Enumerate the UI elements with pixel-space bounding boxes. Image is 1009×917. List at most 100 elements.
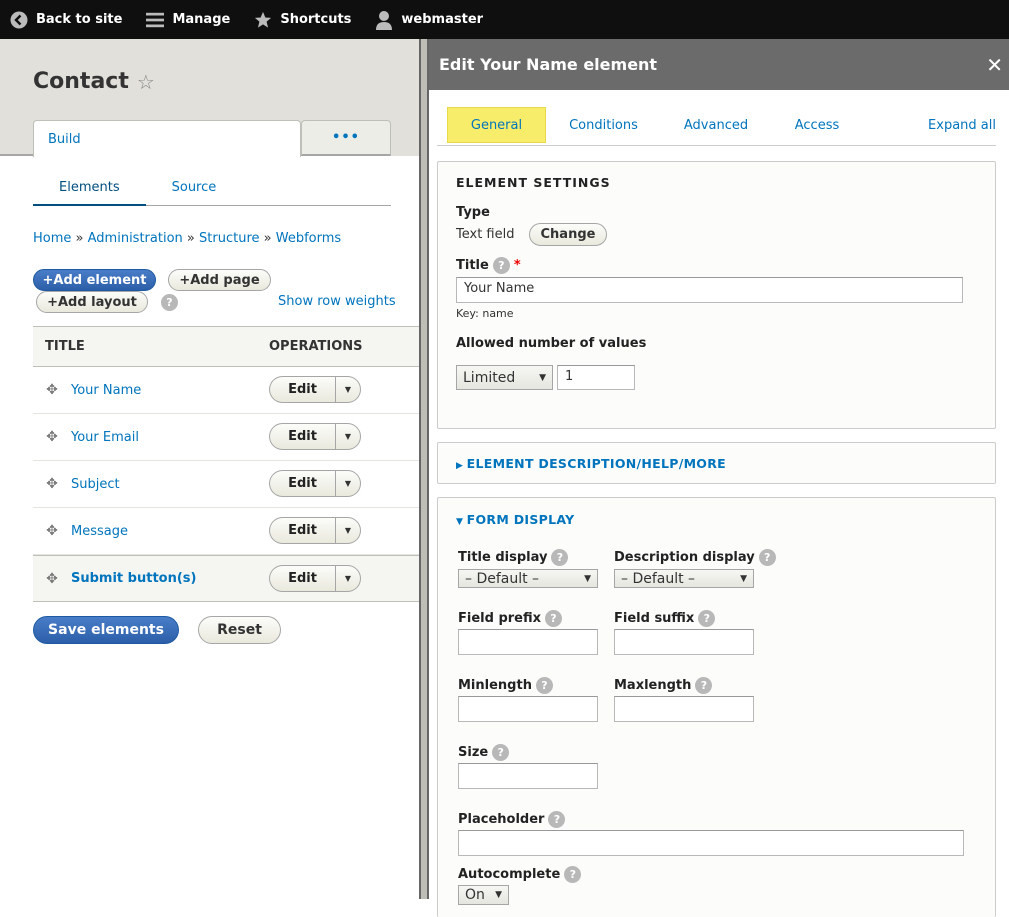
- element-settings-legend: ELEMENT SETTINGS: [456, 175, 611, 190]
- size-input[interactable]: [458, 763, 598, 789]
- breadcrumb-administration[interactable]: Administration: [88, 231, 183, 246]
- webform-build-page: Contact ☆ Build ••• Elements Source Home…: [0, 39, 420, 899]
- help-icon[interactable]: ?: [758, 549, 776, 566]
- help-icon[interactable]: ?: [564, 866, 582, 883]
- breadcrumb-webforms[interactable]: Webforms: [276, 231, 341, 246]
- save-elements-button[interactable]: Save elements: [33, 616, 179, 644]
- expand-all-link[interactable]: Expand all: [928, 118, 996, 133]
- autocomplete-label: Autocomplete ?: [458, 866, 582, 883]
- change-type-button[interactable]: Change: [529, 223, 607, 246]
- back-arrow-icon: [10, 11, 28, 29]
- maxlength-input[interactable]: [614, 696, 754, 722]
- edit-button[interactable]: Edit: [269, 565, 335, 592]
- help-icon[interactable]: ?: [492, 744, 510, 761]
- edit-button[interactable]: Edit: [269, 423, 335, 450]
- edit-button[interactable]: Edit: [269, 376, 335, 403]
- star-icon: [254, 11, 272, 29]
- tab-access[interactable]: Access: [771, 107, 863, 143]
- close-icon[interactable]: ✕: [986, 53, 1003, 77]
- placeholder-input[interactable]: [458, 830, 964, 856]
- add-page-button[interactable]: +Add page: [168, 269, 271, 291]
- size-label-text: Size: [458, 745, 489, 760]
- table-row: ✥ Your Email Edit ▼: [33, 414, 420, 461]
- back-to-site-label: Back to site: [36, 12, 123, 27]
- reset-button[interactable]: Reset: [198, 616, 281, 644]
- tab-source[interactable]: Source: [146, 176, 243, 206]
- dropbutton-toggle-icon[interactable]: ▼: [335, 565, 361, 592]
- drag-handle-icon[interactable]: ✥: [45, 429, 59, 445]
- user-menu[interactable]: webmaster: [375, 10, 483, 30]
- autocomplete-select-value: On: [465, 887, 485, 903]
- minlength-input[interactable]: [458, 696, 598, 722]
- elements-table: TITLE OPERATIONS ✥ Your Name Edit ▼ ✥ Yo…: [33, 326, 420, 602]
- operations-dropbutton: Edit ▼: [269, 565, 361, 592]
- title-display-label: Title display ?: [458, 549, 569, 566]
- allowed-values-select[interactable]: Limited ▼: [456, 365, 553, 390]
- column-header-operations: OPERATIONS: [269, 339, 363, 354]
- chevron-down-icon: ▼: [740, 573, 747, 584]
- field-prefix-input[interactable]: [458, 629, 598, 655]
- breadcrumb-home[interactable]: Home: [33, 231, 71, 246]
- element-description-summary[interactable]: ▶ ELEMENT DESCRIPTION/HELP/MORE: [456, 456, 726, 471]
- breadcrumb-structure[interactable]: Structure: [199, 231, 259, 246]
- form-display-legend: FORM DISPLAY: [466, 512, 575, 527]
- element-title-link[interactable]: Submit button(s): [71, 571, 271, 586]
- allowed-values-select-value: Limited: [463, 369, 516, 386]
- help-icon[interactable]: ?: [695, 677, 713, 694]
- manage-label: Manage: [172, 12, 231, 27]
- maxlength-label: Maxlength ?: [614, 677, 713, 694]
- tab-elements[interactable]: Elements: [33, 176, 146, 206]
- edit-button[interactable]: Edit: [269, 517, 335, 544]
- help-icon[interactable]: ?: [548, 811, 566, 828]
- dropbutton-toggle-icon[interactable]: ▼: [335, 423, 361, 450]
- dropbutton-toggle-icon[interactable]: ▼: [335, 470, 361, 497]
- help-icon[interactable]: ?: [492, 257, 510, 274]
- show-row-weights-link[interactable]: Show row weights: [278, 294, 396, 309]
- tab-conditions[interactable]: Conditions: [556, 107, 651, 143]
- edit-button[interactable]: Edit: [269, 470, 335, 497]
- operations-dropbutton: Edit ▼: [269, 470, 361, 497]
- back-to-site-link[interactable]: Back to site: [10, 11, 122, 29]
- tab-advanced[interactable]: Advanced: [667, 107, 765, 143]
- help-icon[interactable]: ?: [698, 610, 716, 627]
- off-canvas-resize-handle[interactable]: [419, 39, 429, 899]
- title-display-label-text: Title display: [458, 550, 548, 565]
- add-layout-button[interactable]: +Add layout: [36, 291, 148, 313]
- help-icon[interactable]: ?: [545, 610, 562, 627]
- element-title-link[interactable]: Subject: [71, 477, 271, 492]
- tab-general[interactable]: General: [447, 107, 546, 143]
- manage-menu[interactable]: Manage: [146, 11, 230, 29]
- field-suffix-input[interactable]: [614, 629, 754, 655]
- drag-handle-icon[interactable]: ✥: [45, 382, 59, 398]
- title-display-select[interactable]: – Default – ▼: [458, 569, 598, 588]
- dropbutton-toggle-icon[interactable]: ▼: [335, 517, 361, 544]
- shortcuts-label: Shortcuts: [280, 12, 352, 27]
- description-display-select[interactable]: – Default – ▼: [614, 569, 754, 588]
- help-icon[interactable]: ?: [161, 294, 178, 311]
- table-row: ✥ Subject Edit ▼: [33, 461, 420, 508]
- caret-right-icon: ▶: [456, 461, 467, 471]
- shortcuts-menu[interactable]: Shortcuts: [254, 11, 351, 29]
- table-row: ✥ Your Name Edit ▼: [33, 367, 420, 414]
- element-title-link[interactable]: Message: [71, 524, 271, 539]
- element-title-link[interactable]: Your Email: [71, 430, 271, 445]
- dropbutton-toggle-icon[interactable]: ▼: [335, 376, 361, 403]
- element-title-link[interactable]: Your Name: [71, 383, 271, 398]
- tab-build[interactable]: Build: [33, 120, 301, 157]
- allowed-values-number-input[interactable]: 1: [557, 365, 635, 390]
- element-description-details[interactable]: ▶ ELEMENT DESCRIPTION/HELP/MORE: [437, 442, 996, 484]
- dialog-titlebar: Edit Your Name element ✕: [429, 39, 1009, 90]
- drag-handle-icon[interactable]: ✥: [45, 476, 59, 492]
- autocomplete-select[interactable]: On ▼: [458, 885, 509, 905]
- tab-more[interactable]: •••: [301, 120, 391, 156]
- drag-handle-icon[interactable]: ✥: [45, 571, 59, 587]
- help-icon[interactable]: ?: [535, 677, 553, 694]
- table-row: ✥ Message Edit ▼: [33, 508, 420, 555]
- help-icon[interactable]: ?: [551, 549, 569, 566]
- shortcut-star-icon[interactable]: ☆: [137, 70, 155, 94]
- title-input[interactable]: Your Name: [456, 277, 963, 303]
- drag-handle-icon[interactable]: ✥: [45, 523, 59, 539]
- admin-toolbar: Back to site Manage Shortcuts webmaster: [0, 0, 1009, 39]
- form-display-summary[interactable]: ▼ FORM DISPLAY: [456, 512, 575, 527]
- add-element-button[interactable]: +Add element: [33, 269, 156, 291]
